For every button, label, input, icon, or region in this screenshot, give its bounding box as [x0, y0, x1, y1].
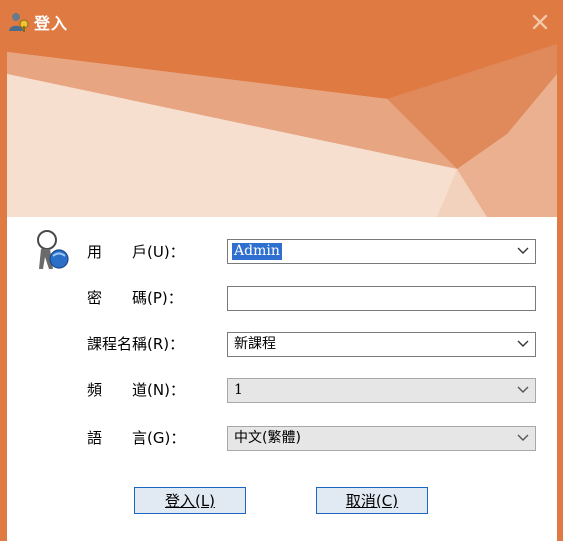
user-keys-icon	[9, 13, 29, 32]
language-label: 語 言(G)：	[87, 429, 186, 447]
language-value: 中文(繁體)	[234, 430, 301, 446]
close-button[interactable]	[529, 12, 551, 32]
language-combobox[interactable]: 中文(繁體)	[227, 426, 536, 451]
window-border-right	[557, 0, 563, 541]
channel-label: 頻 道(N)：	[87, 381, 185, 399]
window-border-left	[0, 0, 7, 541]
user-label: 用 戶(U)：	[87, 243, 185, 261]
password-label: 密 碼(P)：	[87, 289, 183, 307]
course-combobox[interactable]: 新課程	[227, 332, 536, 357]
user-keys-icon	[37, 230, 69, 269]
title-bar[interactable]: 登入	[0, 0, 563, 44]
chevron-down-icon[interactable]	[517, 340, 529, 348]
close-icon	[532, 14, 548, 30]
course-label: 課程名稱(R)：	[87, 335, 185, 353]
window-title: 登入	[34, 14, 69, 33]
channel-combobox[interactable]: 1	[227, 378, 536, 403]
login-form: 用 戶(U)： Admin 密 碼(P)： 課程名稱(R)： 新課程 頻 道(N…	[7, 217, 557, 541]
banner-graphic	[7, 44, 557, 217]
password-field[interactable]	[227, 286, 536, 311]
chevron-down-icon[interactable]	[517, 386, 529, 394]
course-value: 新課程	[234, 336, 276, 352]
login-dialog: 登入 用 戶(U)： Admin 密 碼(P)： 課程名稱(R)： 新課程 頻 …	[0, 0, 563, 541]
cancel-button[interactable]: 取消(C)	[316, 487, 428, 514]
user-value: Admin	[232, 243, 282, 260]
user-combobox[interactable]: Admin	[227, 239, 536, 264]
chevron-down-icon[interactable]	[517, 434, 529, 442]
channel-value: 1	[234, 382, 243, 398]
login-button[interactable]: 登入(L)	[134, 487, 246, 514]
chevron-down-icon[interactable]	[517, 247, 529, 255]
